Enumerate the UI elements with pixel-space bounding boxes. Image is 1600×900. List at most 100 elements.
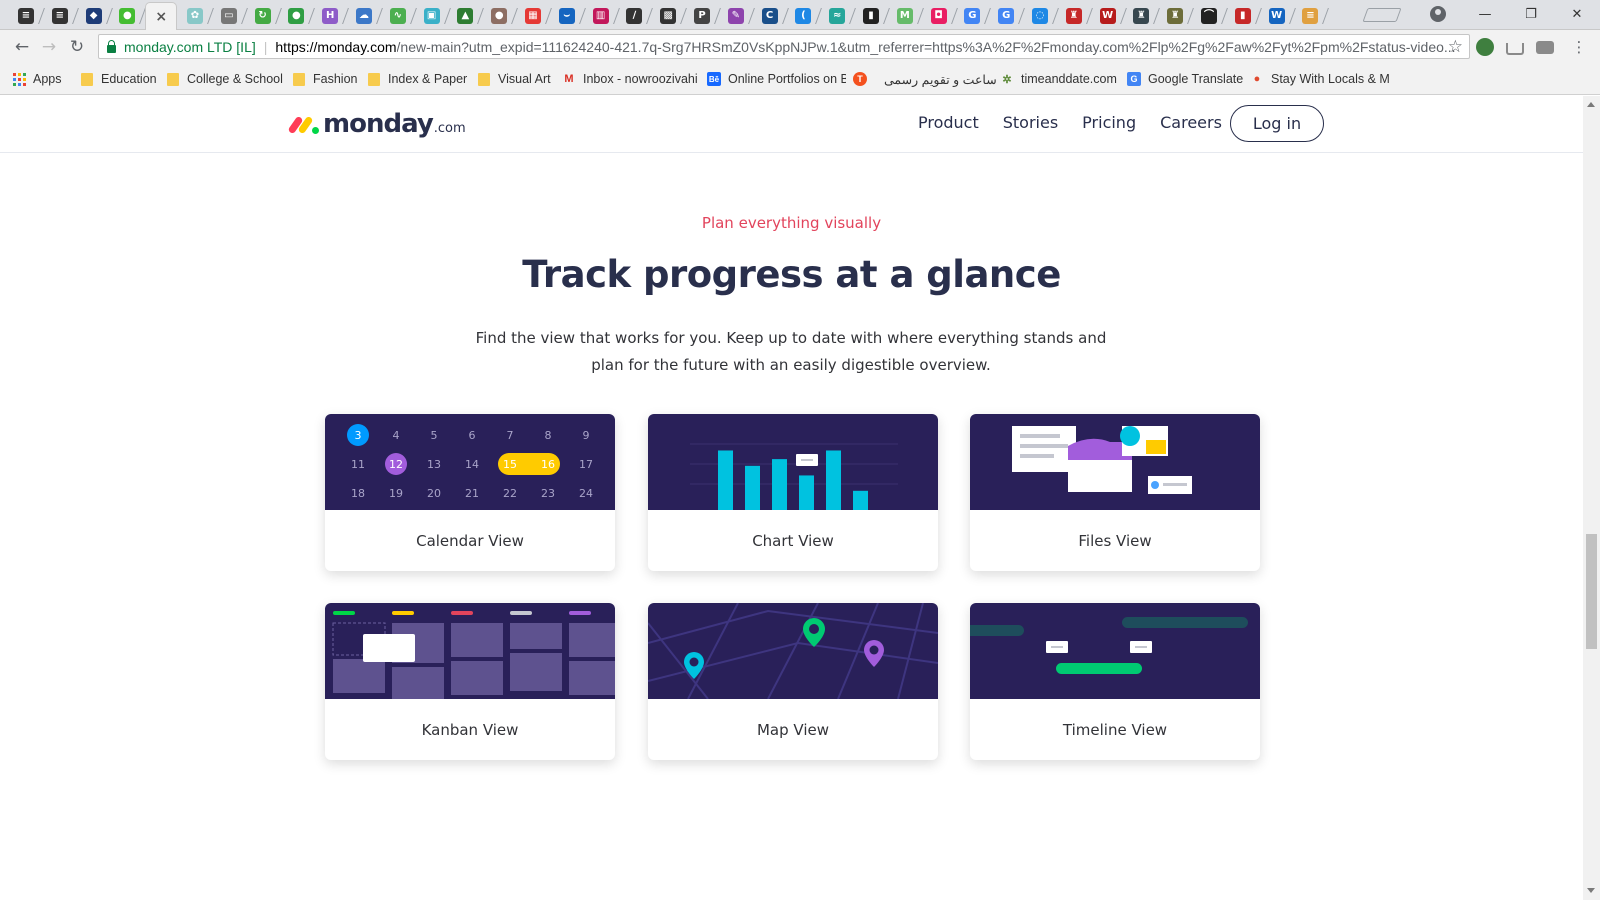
- bookmark-college-school[interactable]: College & School: [166, 70, 283, 88]
- calendar-view-card[interactable]: 3 4 5 6 7 8 9 11 12 13 14 15 16 17 18 19 20 21 22 23 24 Cale…: [325, 414, 615, 571]
- tab-20[interactable]: ▩: [652, 3, 684, 29]
- tab-29[interactable]: G: [956, 3, 988, 29]
- kanban-view-card[interactable]: Kanban View: [325, 603, 615, 760]
- tab-1[interactable]: ≡: [10, 3, 42, 29]
- restore-icon[interactable]: ❐: [1508, 0, 1554, 28]
- bookmark-t[interactable]: T: [853, 70, 874, 88]
- bookmark-icon: ▮: [863, 8, 879, 24]
- tab-22[interactable]: ✎: [720, 3, 752, 29]
- tab-34[interactable]: ♜: [1125, 3, 1157, 29]
- loading-icon: ◌: [1032, 8, 1048, 24]
- tab-30[interactable]: G: [990, 3, 1022, 29]
- scrollbar-thumb[interactable]: [1586, 534, 1597, 649]
- new-tab-button[interactable]: [1362, 8, 1402, 22]
- qr-icon: ▩: [660, 8, 677, 24]
- tab-28[interactable]: ◘: [923, 3, 955, 29]
- tab-38[interactable]: W: [1261, 3, 1293, 29]
- bookmark-star-icon[interactable]: ☆: [1448, 37, 1463, 57]
- login-button[interactable]: Log in: [1230, 105, 1324, 142]
- chart-view-card[interactable]: Chart View: [648, 414, 938, 571]
- tab-31[interactable]: ◌: [1024, 3, 1056, 29]
- scroll-up-icon[interactable]: [1587, 102, 1595, 107]
- tab-6[interactable]: ✿: [179, 3, 211, 29]
- timeline-view-card[interactable]: Timeline View: [970, 603, 1260, 760]
- bookmark-label: College & School: [187, 72, 283, 86]
- tab-33[interactable]: W: [1092, 3, 1124, 29]
- scroll-down-icon[interactable]: [1587, 888, 1595, 893]
- bookmark-visual-art[interactable]: Visual Art: [477, 70, 551, 88]
- globe-icon: ●: [288, 8, 305, 24]
- tab-16[interactable]: ▦: [517, 3, 549, 29]
- extension-camera-icon[interactable]: [1536, 41, 1554, 54]
- bookmark-google-translate[interactable]: G Google Translate: [1127, 70, 1243, 88]
- tab-10[interactable]: H: [314, 3, 346, 29]
- minimize-icon[interactable]: —: [1462, 0, 1508, 28]
- bookmark-timeanddate[interactable]: ✲ timeanddate.com: [1000, 70, 1117, 88]
- bookmark-apps[interactable]: Apps: [12, 70, 62, 88]
- chart-illustration: [648, 414, 938, 510]
- card-label: Timeline View: [1062, 720, 1168, 739]
- tab-25[interactable]: ≈: [821, 3, 853, 29]
- bookmark-inbox[interactable]: M Inbox - nowroozivahi: [562, 70, 698, 88]
- nav-careers[interactable]: Careers: [1160, 113, 1222, 132]
- tab-18[interactable]: ▥: [585, 3, 617, 29]
- tab-24[interactable]: (: [787, 3, 819, 29]
- crest-icon: ♜: [1167, 8, 1184, 24]
- bookmark-stay-with-locals[interactable]: ● Stay With Locals & M: [1250, 70, 1389, 88]
- tab-11[interactable]: ☁: [348, 3, 380, 29]
- avatar-icon: ●: [491, 8, 508, 24]
- menu-icon[interactable]: ⋮: [1568, 36, 1590, 58]
- profile-icon[interactable]: [1430, 6, 1446, 22]
- forward-icon[interactable]: →: [38, 36, 60, 58]
- nav-pricing[interactable]: Pricing: [1082, 113, 1136, 132]
- tab-3[interactable]: ◆: [78, 3, 110, 29]
- monday-logo[interactable]: monday .com: [287, 109, 466, 139]
- tab-23[interactable]: C: [754, 3, 786, 29]
- tab-19[interactable]: ∕: [618, 3, 650, 29]
- extension-globe-icon[interactable]: [1476, 38, 1494, 56]
- tab-17[interactable]: ⌣: [551, 3, 583, 29]
- tab-9[interactable]: ●: [280, 3, 312, 29]
- tab-39[interactable]: ≡: [1294, 3, 1326, 29]
- bookmark-label: Inbox - nowroozivahi: [583, 72, 698, 86]
- tab-4[interactable]: ●: [111, 3, 143, 29]
- tab-7[interactable]: ▭: [213, 3, 245, 29]
- tab-36[interactable]: ⌒: [1193, 3, 1225, 29]
- tab-26[interactable]: ▮: [855, 3, 887, 29]
- bookmark-fashion[interactable]: Fashion: [292, 70, 357, 88]
- site-header: monday .com Product Stories Pricing Care…: [0, 96, 1583, 153]
- address-bar[interactable]: monday.com LTD [IL] | https://monday.com…: [98, 34, 1470, 59]
- tab-21[interactable]: P: [686, 3, 718, 29]
- tab-13[interactable]: ▣: [416, 3, 448, 29]
- tab-35[interactable]: ♜: [1159, 3, 1191, 29]
- calendar-day: 19: [389, 487, 403, 500]
- bookmark-persian-calendar[interactable]: ساعت و تقویم رسمی: [884, 70, 997, 88]
- reload-icon[interactable]: ↻: [66, 36, 88, 58]
- calendar-day: 3: [355, 429, 362, 442]
- map-pin-purple: [864, 640, 884, 667]
- tab-2[interactable]: ≡: [44, 3, 76, 29]
- extension-inbox-icon[interactable]: [1506, 43, 1524, 55]
- nav-stories[interactable]: Stories: [1003, 113, 1058, 132]
- card-label: Calendar View: [416, 531, 524, 550]
- tab-5[interactable]: ×: [145, 2, 178, 31]
- tab-32[interactable]: ♜: [1058, 3, 1090, 29]
- bookmark-index-paper[interactable]: Index & Paper: [367, 70, 467, 88]
- pg-icon: P: [694, 8, 710, 24]
- tab-8[interactable]: ↻: [247, 3, 279, 29]
- close-window-icon[interactable]: ✕: [1554, 0, 1600, 28]
- page-scrollbar[interactable]: [1583, 96, 1600, 900]
- tab-14[interactable]: ▲: [449, 3, 481, 29]
- bookmark-education[interactable]: Education: [80, 70, 157, 88]
- tab-37[interactable]: ▮: [1227, 3, 1259, 29]
- map-view-card[interactable]: Map View: [648, 603, 938, 760]
- nav-product[interactable]: Product: [918, 113, 979, 132]
- tab-27[interactable]: M: [889, 3, 921, 29]
- tab-15[interactable]: ●: [483, 3, 515, 29]
- map-pin-green: [803, 618, 825, 647]
- tab-12[interactable]: ∿: [382, 3, 414, 29]
- bookmark-online-portfolios[interactable]: Bē Online Portfolios on B: [707, 70, 846, 88]
- chart-bar: [718, 450, 733, 510]
- files-view-card[interactable]: Files View: [970, 414, 1260, 571]
- back-icon[interactable]: ←: [11, 36, 33, 58]
